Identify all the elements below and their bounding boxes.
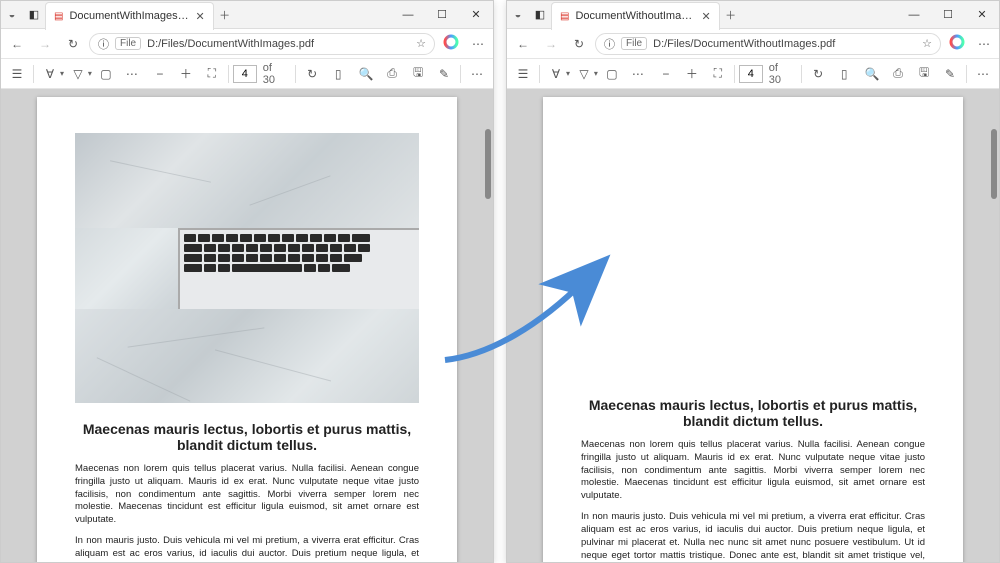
document-paragraph: Maecenas non lorem quis tellus placerat … [75,463,419,527]
save-icon[interactable]: 🖫 [406,62,430,86]
pdf-page: Maecenas mauris lectus, lobortis et puru… [543,97,963,562]
print-icon[interactable]: ⎙ [380,62,404,86]
refresh-button[interactable]: ↻ [61,37,85,51]
pdf-page: Maecenas mauris lectus, lobortis et puru… [37,97,457,562]
profile-icon[interactable]: ◒ [507,9,529,21]
tab-close-icon[interactable]: ✕ [701,10,710,23]
tab-active[interactable]: ▤ DocumentWithImages.pdf ✕ [45,2,214,30]
address-bar[interactable]: ⓘ File D:/Files/DocumentWithoutImages.pd… [595,33,941,55]
text-icon[interactable]: ⋯ [120,62,144,86]
zoom-out-button[interactable]: − [148,62,172,86]
file-badge: File [621,37,647,50]
browser-window-right: ◒ ◧ ▤ DocumentWithoutImages.pdf ✕ ＋ — ☐ … [506,0,1000,563]
new-tab-button[interactable]: ＋ [214,7,236,23]
contents-icon[interactable]: ☰ [5,62,29,86]
favorite-icon[interactable]: ☆ [922,37,932,50]
document-image [75,133,419,403]
document-viewport[interactable]: Maecenas mauris lectus, lobortis et puru… [1,89,493,562]
pdf-icon: ▤ [54,11,63,22]
browser-window-left: ◒ ◧ ▤ DocumentWithImages.pdf ✕ ＋ — ☐ ✕ ←… [0,0,494,563]
read-aloud-icon[interactable]: 🔍 [354,62,378,86]
erase-icon[interactable]: ▢ [600,62,624,86]
share-icon[interactable]: ✎ [432,62,456,86]
page-view-icon[interactable]: ▯ [832,62,856,86]
url-path: D:/Files/DocumentWithoutImages.pdf [653,38,916,50]
address-bar[interactable]: ⓘ File D:/Files/DocumentWithImages.pdf ☆ [89,33,435,55]
info-icon[interactable]: ⓘ [604,36,615,52]
workspace-icon[interactable]: ◧ [529,8,551,21]
print-icon[interactable]: ⎙ [886,62,910,86]
copilot-icon[interactable] [439,34,463,53]
zoom-in-button[interactable]: ＋ [680,62,704,86]
toolbar-more-icon[interactable]: ⋯ [971,62,995,86]
back-button[interactable]: ← [5,37,29,51]
erase-icon[interactable]: ▢ [94,62,118,86]
toolbar-more-icon[interactable]: ⋯ [465,62,489,86]
window-close-button[interactable]: ✕ [459,1,493,29]
document-viewport[interactable]: Maecenas mauris lectus, lobortis et puru… [507,89,999,562]
zoom-in-button[interactable]: ＋ [174,62,198,86]
url-path: D:/Files/DocumentWithImages.pdf [147,38,410,50]
copilot-icon[interactable] [945,34,969,53]
draw-icon[interactable]: ∀ [544,62,568,86]
page-view-icon[interactable]: ▯ [326,62,350,86]
highlight-icon[interactable]: ▽ [572,62,596,86]
scrollbar-thumb[interactable] [991,129,997,199]
forward-button: → [33,37,57,51]
contents-icon[interactable]: ☰ [511,62,535,86]
highlight-icon[interactable]: ▽ [66,62,90,86]
pdf-icon: ▤ [560,11,569,22]
window-close-button[interactable]: ✕ [965,1,999,29]
page-number-input[interactable] [233,65,257,83]
url-bar: ← → ↻ ⓘ File D:/Files/DocumentWithImages… [1,29,493,59]
window-minimize-button[interactable]: — [391,1,425,29]
new-tab-button[interactable]: ＋ [720,7,742,23]
page-number-input[interactable] [739,65,763,83]
info-icon[interactable]: ⓘ [98,36,109,52]
share-icon[interactable]: ✎ [938,62,962,86]
document-heading: Maecenas mauris lectus, lobortis et puru… [581,397,925,429]
pdf-toolbar: ☰ ∀▾ ▽▾ ▢ ⋯ − ＋ ⛶ of 30 ↻ ▯ 🔍 ⎙ 🖫 ✎ ⋯ [507,59,999,89]
page-total-label: of 30 [259,62,291,86]
title-bar[interactable]: ◒ ◧ ▤ DocumentWithImages.pdf ✕ ＋ — ☐ ✕ [1,1,493,29]
back-button[interactable]: ← [511,37,535,51]
document-paragraph: In non mauris justo. Duis vehicula mi ve… [581,511,925,562]
scrollbar-thumb[interactable] [485,129,491,199]
draw-icon[interactable]: ∀ [38,62,62,86]
menu-icon[interactable]: ⋯ [973,37,995,51]
title-bar[interactable]: ◒ ◧ ▤ DocumentWithoutImages.pdf ✕ ＋ — ☐ … [507,1,999,29]
tab-title: DocumentWithImages.pdf [69,10,189,22]
file-badge: File [115,37,141,50]
fit-icon[interactable]: ⛶ [706,62,730,86]
tab-title: DocumentWithoutImages.pdf [575,10,695,22]
tab-close-icon[interactable]: ✕ [195,10,204,23]
window-maximize-button[interactable]: ☐ [931,1,965,29]
zoom-out-button[interactable]: − [654,62,678,86]
document-paragraph: Maecenas non lorem quis tellus placerat … [581,439,925,503]
window-maximize-button[interactable]: ☐ [425,1,459,29]
profile-icon[interactable]: ◒ [1,9,23,21]
text-icon[interactable]: ⋯ [626,62,650,86]
read-aloud-icon[interactable]: 🔍 [860,62,884,86]
favorite-icon[interactable]: ☆ [416,37,426,50]
pdf-toolbar: ☰ ∀▾ ▽▾ ▢ ⋯ − ＋ ⛶ of 30 ↻ ▯ 🔍 ⎙ 🖫 ✎ ⋯ [1,59,493,89]
url-bar: ← → ↻ ⓘ File D:/Files/DocumentWithoutIma… [507,29,999,59]
menu-icon[interactable]: ⋯ [467,37,489,51]
page-total-label: of 30 [765,62,797,86]
refresh-button[interactable]: ↻ [567,37,591,51]
rotate-icon[interactable]: ↻ [300,62,324,86]
window-minimize-button[interactable]: — [897,1,931,29]
fit-icon[interactable]: ⛶ [200,62,224,86]
workspace-icon[interactable]: ◧ [23,8,45,21]
forward-button: → [539,37,563,51]
document-heading: Maecenas mauris lectus, lobortis et puru… [75,421,419,453]
tab-active[interactable]: ▤ DocumentWithoutImages.pdf ✕ [551,2,720,30]
document-paragraph: In non mauris justo. Duis vehicula mi ve… [75,535,419,562]
save-icon[interactable]: 🖫 [912,62,936,86]
rotate-icon[interactable]: ↻ [806,62,830,86]
